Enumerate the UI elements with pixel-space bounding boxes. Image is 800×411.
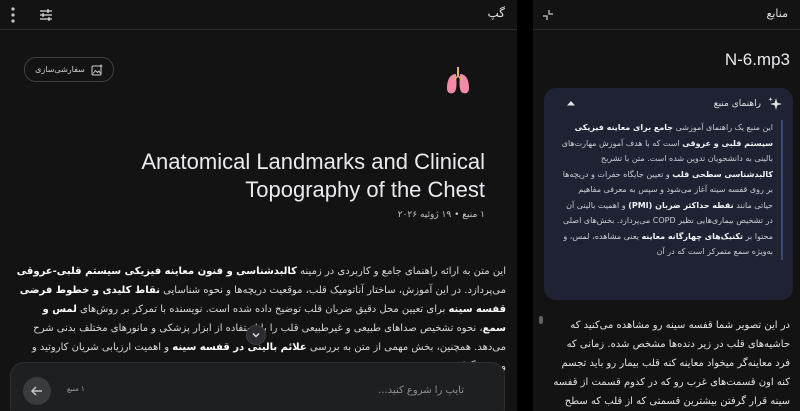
source-panel: منابع N-6.mp3 راهنمای منبع این منبع یک ر… <box>533 0 800 411</box>
tune-icon[interactable] <box>38 7 54 23</box>
source-guide-card: راهنمای منبع این منبع یک راهنمای آموزشی … <box>544 88 793 300</box>
note-summary-segment: علائم بالینی در قفسه سینه <box>172 342 307 353</box>
chat-composer: ۱ منبع <box>10 362 505 411</box>
source-count: ۱ منبع <box>67 385 85 393</box>
customize-button[interactable]: سفارشی‌سازی <box>24 57 114 82</box>
note-title: Anatomical Landmarks and Clinical Topogr… <box>141 149 485 202</box>
note-summary-segment: این متن به ارائه راهنمای جامع و کاربردی … <box>297 266 506 277</box>
source-transcript: در این تصویر شما قفسه سینه رو مشاهده می‌… <box>553 320 790 407</box>
note-summary-segment: برای تعیین محل دقیق ضربان قلب توضیح داده… <box>76 304 449 315</box>
customize-label: سفارشی‌سازی <box>35 65 85 74</box>
source-file-name: N-6.mp3 <box>724 50 790 69</box>
chat-title: گپ <box>487 6 506 20</box>
lungs-icon <box>447 67 469 94</box>
chat-panel: گپ سفارشی‌سازی Anatomical Landmarks and … <box>0 0 517 411</box>
source-guide-segment: این منبع یک راهنمای آموزشی <box>673 123 773 132</box>
source-guide-segment: کالبدشناسی سطحی قلب <box>672 169 773 179</box>
source-guide-title: راهنمای منبع <box>713 99 761 109</box>
collapse-icon[interactable] <box>541 8 555 22</box>
note-summary-segment: می‌پردازد. در این آموزش، ساختار آناتومیک… <box>160 285 506 296</box>
source-header: منابع <box>533 0 800 30</box>
arrow-back-icon <box>30 386 42 396</box>
scrollbar-thumb[interactable] <box>539 316 543 324</box>
chevron-down-icon <box>252 333 260 338</box>
note-summary-segment: کالبدشناسی و فنون معاینه فیزیکی سیستم قل… <box>16 266 297 277</box>
panel-divider[interactable] <box>517 0 533 411</box>
source-guide-header[interactable]: راهنمای منبع <box>714 96 783 112</box>
source-panel-title: منابع <box>766 7 788 20</box>
send-button[interactable] <box>23 377 51 405</box>
chat-input[interactable] <box>164 378 464 402</box>
source-guide-text: این منبع یک راهنمای آموزشی جامع برای معا… <box>558 120 783 260</box>
note-summary: این متن به ارائه راهنمای جامع و کاربردی … <box>16 262 506 376</box>
note-meta: ۱ منبع • ۱۹ ژوئیه ۲۰۲۶ <box>397 210 485 220</box>
source-guide-segment: نقطه حداکثر ضربان (PMI) <box>628 200 734 210</box>
more-vert-icon[interactable] <box>10 6 16 24</box>
chevron-up-icon[interactable] <box>566 99 576 107</box>
sparkle-icon <box>768 97 782 110</box>
source-guide-segment: تکنیک‌های چهارگانه معاینه <box>641 231 744 241</box>
add-photo-icon <box>91 64 103 75</box>
chat-header: گپ <box>0 0 517 30</box>
scroll-down-button[interactable] <box>246 325 266 345</box>
